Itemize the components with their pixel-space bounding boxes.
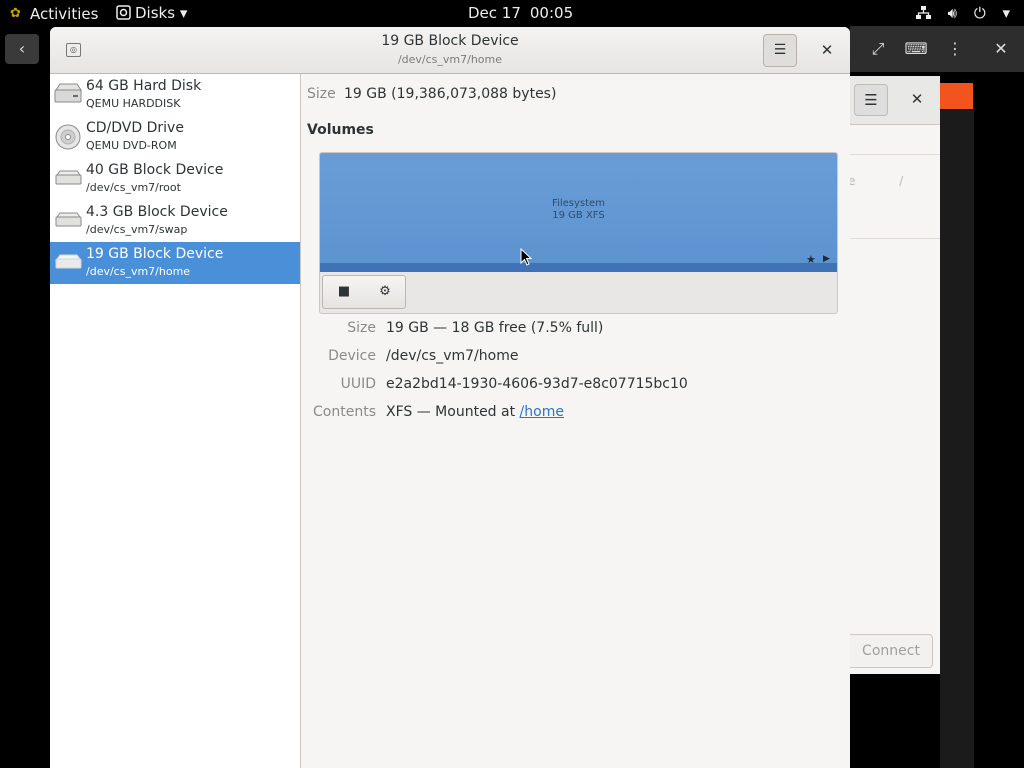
divider — [850, 238, 940, 239]
network-icon — [915, 0, 931, 26]
partition-filesystem[interactable]: Filesystem 19 GB XFS ★ ▶ — [320, 153, 837, 272]
block-device-icon — [55, 254, 82, 269]
drive-menu-button[interactable]: ☰ — [763, 34, 797, 67]
drive-name: 19 GB Block Device — [86, 246, 224, 262]
header-bar: ◎ 19 GB Block Device /dev/cs_vm7/home ☰ … — [50, 27, 850, 74]
activities-label: Activities — [30, 4, 99, 23]
unmount-button[interactable]: ■ — [322, 275, 366, 309]
gnome-foot-icon: ✿ — [10, 5, 21, 21]
background-accent — [940, 83, 973, 109]
drive-name: 40 GB Block Device — [86, 162, 224, 178]
drive-model: QEMU HARDDISK — [86, 97, 181, 110]
divider — [850, 154, 940, 155]
window-subtitle: /dev/cs_vm7/home — [397, 53, 503, 66]
chevron-down-icon: ▾ — [1002, 4, 1010, 22]
close-button[interactable]: ✕ — [814, 35, 840, 65]
volumes-heading: Volumes — [307, 122, 374, 138]
size-value: 19 GB (19,386,073,088 bytes) — [344, 86, 557, 102]
app-menu-label: Disks — [135, 4, 176, 22]
drive-model: QEMU DVD-ROM — [86, 139, 177, 152]
clock[interactable]: Dec 17 00:05 — [468, 0, 573, 26]
drive-item-selected[interactable]: 19 GB Block Device /dev/cs_vm7/home — [50, 242, 300, 284]
connect-button[interactable]: Connect — [850, 634, 933, 668]
gear-icon: ⚙ — [379, 284, 391, 299]
size-label: Size — [307, 86, 336, 102]
chevron-down-icon: ▾ — [179, 4, 188, 22]
drive-item[interactable]: 4.3 GB Block Device /dev/cs_vm7/swap — [50, 200, 300, 242]
app-menu[interactable]: Disks ▾ — [116, 0, 187, 26]
drive-list: 64 GB Hard Disk QEMU HARDDISK CD/DVD Dri… — [50, 74, 301, 768]
partition-options-button[interactable]: ⚙ — [365, 275, 406, 309]
window-title: 19 GB Block Device — [381, 33, 519, 49]
drive-path: /dev/cs_vm7/root — [86, 181, 181, 194]
mounted-indicator-icon: ▶ — [823, 254, 830, 264]
keyboard-icon[interactable]: ⌨ — [899, 34, 933, 64]
drive-name: 64 GB Hard Disk — [86, 78, 202, 94]
prop-device-label: Device — [328, 348, 376, 364]
prop-contents-value: XFS — Mounted at /home — [386, 404, 564, 420]
hard-disk-icon — [54, 83, 82, 103]
clock-time: 00:05 — [529, 4, 574, 22]
optical-drive-icon — [55, 124, 81, 150]
fullscreen-icon[interactable]: ⤢ — [861, 34, 895, 64]
star-icon: ★ — [806, 253, 816, 266]
background-dialog — [850, 76, 940, 674]
background-window-header: ⤢ ⌨ ⋮ ✕ — [850, 26, 1024, 72]
activities-button[interactable]: ✿ Activities — [10, 0, 98, 26]
volume-icon: 🔊︎ — [947, 4, 958, 22]
power-icon: ⏻ — [973, 4, 986, 22]
drive-item[interactable]: 40 GB Block Device /dev/cs_vm7/root — [50, 158, 300, 200]
partition-name: Filesystem — [552, 198, 605, 209]
volume-map: Filesystem 19 GB XFS ★ ▶ ■ ⚙ — [319, 152, 838, 314]
block-device-icon — [55, 212, 82, 227]
drive-path: /dev/cs_vm7/swap — [86, 223, 188, 236]
more-vertical-icon[interactable]: ⋮ — [938, 34, 972, 64]
drive-details: Size 19 GB (19,386,073,088 bytes) Volume… — [301, 74, 850, 768]
partition-size: 19 GB XFS — [552, 210, 605, 221]
back-icon[interactable]: ‹ — [5, 34, 39, 64]
block-device-icon — [55, 170, 82, 185]
background-panel — [940, 110, 974, 768]
disks-app-icon — [116, 5, 131, 20]
prop-uuid-value: e2a2bd14-1930-4606-93d7-e8c07715bc10 — [386, 376, 688, 392]
clock-date: Dec 17 — [468, 4, 521, 22]
background-close-button[interactable]: ✕ — [904, 84, 930, 114]
drive-item[interactable]: CD/DVD Drive QEMU DVD-ROM — [50, 116, 300, 158]
close-icon[interactable]: ✕ — [984, 34, 1018, 64]
prop-size-label: Size — [347, 320, 376, 336]
top-bar: ✿ Activities Disks ▾ Dec 17 00:05 🔊︎ ⏻ ▾ — [0, 0, 1024, 26]
system-menu[interactable]: 🔊︎ ⏻ ▾ — [904, 0, 1010, 26]
drive-path: /dev/cs_vm7/home — [86, 265, 191, 278]
drive-name: 4.3 GB Block Device — [86, 204, 228, 220]
drive-item[interactable]: 64 GB Hard Disk QEMU HARDDISK — [50, 74, 300, 116]
mount-point-link[interactable]: /home — [520, 404, 564, 420]
mouse-cursor-icon — [520, 248, 532, 266]
prop-contents-label: Contents — [313, 404, 376, 420]
partition-usage-bar — [320, 263, 837, 272]
background-menu-button[interactable]: ☰ — [854, 84, 888, 116]
contents-text: XFS — Mounted at — [386, 404, 520, 420]
prop-uuid-label: UUID — [340, 376, 376, 392]
prop-size-value: 19 GB — 18 GB free (7.5% full) — [386, 320, 604, 336]
background-faint-text: e / — [848, 174, 924, 188]
drive-name: CD/DVD Drive — [86, 120, 184, 136]
prop-device-value: /dev/cs_vm7/home — [386, 348, 519, 364]
disks-window: ◎ 19 GB Block Device /dev/cs_vm7/home ☰ … — [50, 27, 850, 768]
